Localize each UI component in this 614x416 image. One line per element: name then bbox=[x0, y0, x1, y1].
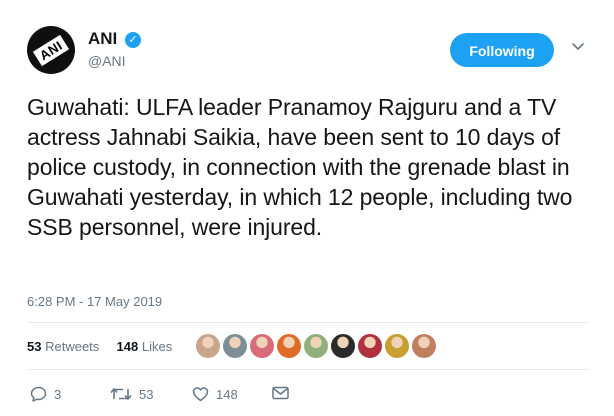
likes-count[interactable]: 148 bbox=[117, 339, 139, 354]
retweets-label[interactable]: Retweets bbox=[45, 339, 99, 354]
retweet-icon bbox=[110, 388, 132, 400]
reply-count: 3 bbox=[54, 386, 62, 402]
heart-icon bbox=[192, 387, 209, 402]
divider bbox=[27, 369, 590, 370]
likes-label[interactable]: Likes bbox=[142, 339, 172, 354]
like-button[interactable]: 148 bbox=[192, 386, 238, 402]
liker-avatar[interactable] bbox=[331, 334, 355, 358]
liker-avatar[interactable] bbox=[250, 334, 274, 358]
chevron-down-icon[interactable] bbox=[571, 39, 585, 53]
liker-avatar[interactable] bbox=[196, 334, 220, 358]
liker-avatar[interactable] bbox=[358, 334, 382, 358]
tweet-stats: 53 Retweets 148 Likes bbox=[27, 339, 172, 354]
retweet-count: 53 bbox=[139, 386, 154, 402]
author-name[interactable]: ANI bbox=[88, 29, 117, 49]
verified-badge-icon: ✓ bbox=[125, 32, 141, 48]
following-button[interactable]: Following bbox=[450, 33, 554, 67]
avatar[interactable]: ANI bbox=[27, 26, 75, 74]
retweet-button[interactable]: 53 bbox=[110, 386, 153, 402]
author-handle[interactable]: @ANI bbox=[88, 53, 126, 69]
direct-message-button[interactable] bbox=[272, 386, 289, 400]
ani-logo: ANI bbox=[32, 34, 70, 67]
liker-avatar[interactable] bbox=[277, 334, 301, 358]
liker-avatar[interactable] bbox=[412, 334, 436, 358]
liker-avatar[interactable] bbox=[304, 334, 328, 358]
like-count: 148 bbox=[216, 386, 238, 402]
reply-button[interactable]: 3 bbox=[30, 386, 61, 402]
tweet-timestamp[interactable]: 6:28 PM - 17 May 2019 bbox=[27, 294, 162, 309]
liker-avatar[interactable] bbox=[385, 334, 409, 358]
divider bbox=[27, 322, 590, 323]
liker-avatar[interactable] bbox=[223, 334, 247, 358]
reply-icon bbox=[30, 386, 47, 402]
envelope-icon bbox=[272, 386, 289, 400]
tweet-text: Guwahati: ULFA leader Pranamoy Rajguru a… bbox=[27, 94, 573, 240]
retweets-count[interactable]: 53 bbox=[27, 339, 41, 354]
